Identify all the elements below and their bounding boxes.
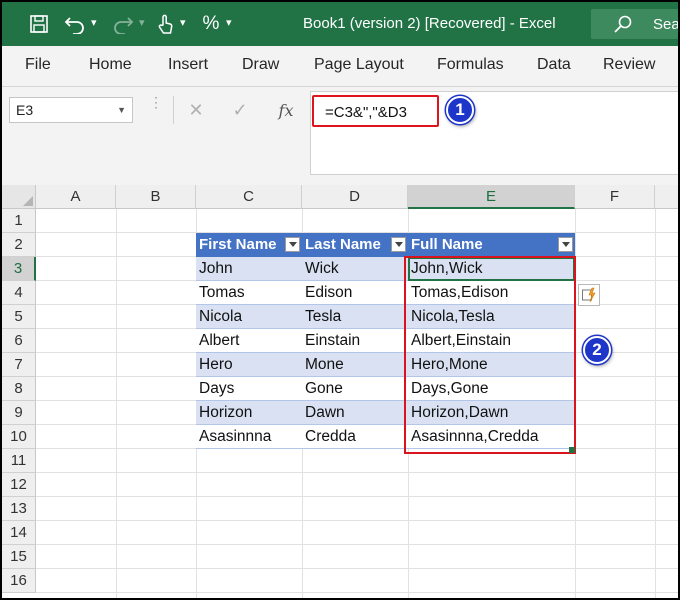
column-header-e[interactable]: E — [408, 185, 575, 209]
percent-style-icon[interactable]: % — [198, 10, 224, 38]
gridline — [36, 520, 678, 521]
tab-page-layout[interactable]: Page Layout — [314, 56, 404, 74]
table-cell[interactable]: Days — [196, 377, 302, 401]
tab-draw[interactable]: Draw — [242, 56, 279, 74]
column-header-c[interactable]: C — [196, 185, 302, 209]
table-cell[interactable]: Albert — [196, 329, 302, 353]
redo-icon[interactable] — [110, 10, 136, 38]
touch-dropdown-icon[interactable]: ▾ — [180, 16, 186, 29]
tab-insert[interactable]: Insert — [168, 56, 208, 74]
table-cell[interactable]: John — [196, 257, 302, 281]
results-highlight — [404, 256, 576, 454]
excel-window: ▾ ▾ ▾ % ▾ Book1 (version 2) [Recovered] … — [0, 0, 680, 600]
undo-icon[interactable] — [62, 10, 88, 38]
row-header-14[interactable]: 14 — [2, 521, 36, 545]
table-header-full-name[interactable]: Full Name — [408, 233, 575, 257]
table-cell[interactable]: Gone — [302, 377, 408, 401]
search-box[interactable]: Sear — [591, 9, 680, 39]
name-box[interactable]: E3 ▼ — [9, 97, 133, 123]
callout-badge-2: 2 — [583, 336, 611, 364]
column-header-f[interactable]: F — [575, 185, 655, 209]
gridline — [36, 472, 678, 473]
gridline — [36, 544, 678, 545]
row-header-8[interactable]: 8 — [2, 377, 36, 401]
undo-dropdown-icon[interactable]: ▾ — [91, 16, 97, 29]
row-header-12[interactable]: 12 — [2, 473, 36, 497]
table-cell[interactable]: Nicola — [196, 305, 302, 329]
callout-badge-1: 1 — [446, 96, 474, 124]
row-header-1[interactable]: 1 — [2, 209, 36, 233]
row-header-6[interactable]: 6 — [2, 329, 36, 353]
table-cell[interactable]: Asasinnna — [196, 425, 302, 449]
title-bar: ▾ ▾ ▾ % ▾ Book1 (version 2) [Recovered] … — [2, 2, 678, 46]
ribbon-tabs: File Home Insert Draw Page Layout Formul… — [2, 46, 678, 87]
gridline — [36, 568, 678, 569]
table-cell[interactable]: Mone — [302, 353, 408, 377]
row-header-10[interactable]: 10 — [2, 425, 36, 449]
splitter-handle[interactable]: ⋮ — [149, 95, 163, 109]
row-header-5[interactable]: 5 — [2, 305, 36, 329]
table-header-label: Last Name — [305, 236, 381, 253]
column-header-b[interactable]: B — [116, 185, 196, 209]
customize-toolbar-icon[interactable]: ▾ — [226, 16, 232, 29]
column-header-a[interactable]: A — [36, 185, 116, 209]
gridline — [116, 209, 117, 598]
column-header-g[interactable] — [655, 185, 678, 209]
redo-dropdown-icon[interactable]: ▾ — [139, 16, 145, 29]
row-header-13[interactable]: 13 — [2, 497, 36, 521]
table-cell[interactable]: Einstain — [302, 329, 408, 353]
window-title: Book1 (version 2) [Recovered] - Excel — [303, 15, 556, 32]
gridline — [36, 592, 678, 593]
row-header-3[interactable]: 3 — [2, 257, 36, 281]
search-label: Sear — [653, 16, 680, 33]
gridline — [655, 209, 656, 598]
table-cell[interactable]: Dawn — [302, 401, 408, 425]
table-header-label: Full Name — [411, 236, 483, 253]
name-box-dropdown-icon[interactable]: ▼ — [117, 105, 126, 115]
save-icon[interactable] — [26, 10, 52, 38]
column-header-d[interactable]: D — [302, 185, 408, 209]
row-header-9[interactable]: 9 — [2, 401, 36, 425]
filter-dropdown-icon[interactable] — [285, 237, 300, 252]
table-header-label: First Name — [199, 236, 277, 253]
table-cell[interactable]: Tesla — [302, 305, 408, 329]
tab-formulas[interactable]: Formulas — [437, 56, 504, 74]
tab-review[interactable]: Review — [603, 56, 655, 74]
table-cell[interactable]: Credda — [302, 425, 408, 449]
table-cell[interactable]: Hero — [196, 353, 302, 377]
row-header-15[interactable]: 15 — [2, 545, 36, 569]
row-header-16[interactable]: 16 — [2, 569, 36, 593]
gridline — [36, 496, 678, 497]
table-cell[interactable]: Horizon — [196, 401, 302, 425]
row-header-2[interactable]: 2 — [2, 233, 36, 257]
insert-function-button[interactable]: fx — [268, 97, 304, 123]
tab-data[interactable]: Data — [537, 56, 571, 74]
table-cell[interactable]: Wick — [302, 257, 408, 281]
table-cell[interactable]: Tomas — [196, 281, 302, 305]
tab-file[interactable]: File — [25, 56, 51, 74]
formula-bar-divider — [173, 96, 174, 124]
table-resize-handle[interactable] — [569, 447, 575, 453]
filter-dropdown-icon[interactable] — [558, 237, 573, 252]
table-header-last-name[interactable]: Last Name — [302, 233, 408, 257]
enter-icon[interactable]: ✓ — [222, 97, 258, 123]
flash-fill-options-icon[interactable] — [578, 284, 600, 306]
touch-mode-icon[interactable] — [152, 10, 178, 38]
name-box-value: E3 — [16, 102, 34, 118]
row-header-11[interactable]: 11 — [2, 449, 36, 473]
table-header-first-name[interactable]: First Name — [196, 233, 302, 257]
formula-highlight — [312, 95, 439, 127]
select-all-button[interactable] — [2, 185, 36, 209]
tab-home[interactable]: Home — [89, 56, 132, 74]
cancel-icon[interactable]: ✕ — [178, 97, 214, 123]
table-cell[interactable]: Edison — [302, 281, 408, 305]
worksheet-grid[interactable]: A B C D E F 1 2 3 4 5 6 7 8 9 10 11 12 1… — [2, 185, 678, 598]
row-header-7[interactable]: 7 — [2, 353, 36, 377]
search-icon — [613, 14, 633, 39]
row-header-4[interactable]: 4 — [2, 281, 36, 305]
filter-dropdown-icon[interactable] — [391, 237, 406, 252]
